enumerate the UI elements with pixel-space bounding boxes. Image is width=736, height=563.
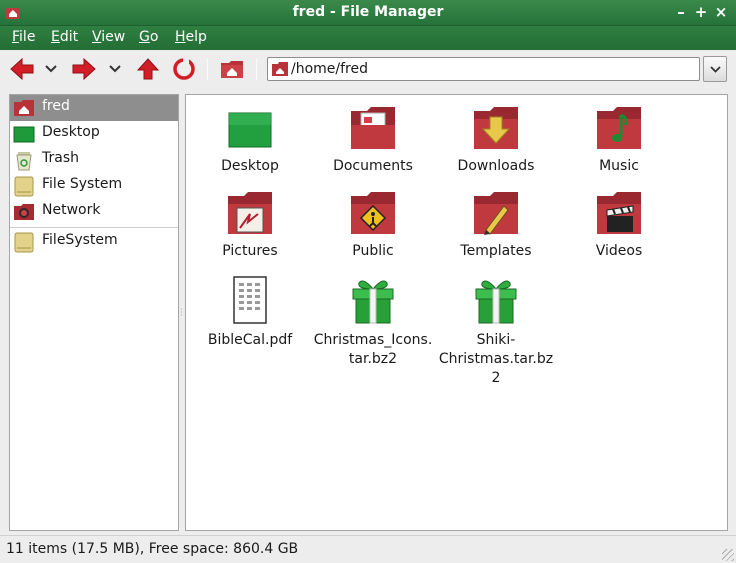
archive-gift-icon — [475, 280, 517, 324]
title-bar: fred - File Manager – + × — [0, 0, 736, 26]
file-item[interactable]: Shiki-Christmas.tar.bz2 — [436, 275, 556, 388]
videos-folder-icon — [597, 192, 641, 234]
close-button[interactable]: × — [712, 3, 730, 21]
location-entry[interactable]: /home/fred — [267, 57, 700, 81]
menu-help[interactable]: Help — [175, 29, 207, 45]
forward-history-dropdown[interactable] — [106, 56, 124, 82]
pane-resize-handle[interactable]: · · · — [180, 306, 183, 320]
up-arrow-icon — [136, 58, 160, 80]
home-folder-icon — [272, 62, 288, 76]
up-button[interactable] — [134, 56, 162, 82]
file-item[interactable]: Christmas_Icons.tar.bz2 — [313, 275, 433, 369]
menu-file[interactable]: File — [12, 29, 35, 45]
network-icon — [14, 204, 34, 220]
sidebar-item-filesystem-bookmark[interactable]: FileSystem — [10, 229, 178, 255]
minimize-button[interactable]: – — [672, 3, 690, 21]
reload-button[interactable] — [170, 56, 198, 82]
status-text: 11 items (17.5 MB), Free space: 860.4 GB — [6, 541, 299, 557]
desktop-folder-icon — [228, 112, 272, 148]
file-view: Desktop Documents Downloads Music Pictur… — [185, 94, 728, 531]
home-icon — [14, 100, 34, 116]
desktop-icon — [13, 126, 35, 143]
sidebar: fred Desktop Trash File System Network F… — [9, 94, 179, 531]
sidebar-item-desktop[interactable]: Desktop — [10, 121, 178, 147]
chevron-down-icon — [109, 65, 121, 73]
toolbar-separator — [256, 58, 257, 80]
menu-view[interactable]: View — [92, 29, 125, 45]
sidebar-item-fred[interactable]: fred — [10, 95, 178, 121]
sidebar-separator — [10, 227, 178, 228]
location-path: /home/fred — [291, 61, 368, 77]
menu-go[interactable]: Go — [139, 29, 158, 45]
file-item[interactable]: Pictures — [190, 192, 310, 261]
menu-edit[interactable]: Edit — [51, 29, 78, 45]
home-folder-icon — [221, 61, 243, 78]
file-item[interactable]: Music — [559, 107, 679, 176]
sidebar-item-network[interactable]: Network — [10, 199, 178, 225]
menu-bar: File Edit View Go Help — [0, 26, 736, 50]
file-item[interactable]: BibleCal.pdf — [190, 275, 310, 350]
status-bar: 11 items (17.5 MB), Free space: 860.4 GB — [0, 535, 736, 563]
back-button[interactable] — [8, 56, 36, 82]
documents-folder-icon — [351, 107, 395, 149]
toolbar-separator — [207, 58, 208, 80]
forward-button[interactable] — [70, 56, 98, 82]
chevron-down-icon — [710, 66, 721, 73]
reload-icon — [173, 58, 195, 80]
file-item[interactable]: Downloads — [436, 107, 556, 176]
back-arrow-icon — [10, 57, 34, 81]
downloads-folder-icon — [474, 107, 518, 149]
trash-icon — [16, 152, 32, 171]
file-item[interactable]: Public — [313, 192, 433, 261]
templates-folder-icon — [474, 192, 518, 235]
chevron-down-icon — [45, 65, 57, 73]
home-button[interactable] — [218, 56, 246, 82]
maximize-button[interactable]: + — [692, 3, 710, 21]
drive-icon — [14, 232, 34, 253]
archive-gift-icon — [352, 280, 394, 324]
file-item[interactable]: Desktop — [190, 107, 310, 176]
back-history-dropdown[interactable] — [42, 56, 60, 82]
sidebar-item-file-system[interactable]: File System — [10, 173, 178, 199]
file-item[interactable]: Videos — [559, 192, 679, 261]
window-title: fred - File Manager — [292, 4, 444, 20]
forward-arrow-icon — [72, 57, 96, 81]
sidebar-item-trash[interactable]: Trash — [10, 147, 178, 173]
location-dropdown-button[interactable] — [703, 56, 727, 82]
public-folder-icon — [351, 192, 395, 234]
drive-icon — [14, 176, 34, 197]
window-resize-grip[interactable] — [722, 549, 734, 561]
file-item[interactable]: Templates — [436, 192, 556, 261]
file-item[interactable]: Documents — [313, 107, 433, 176]
pdf-file-icon — [233, 276, 267, 324]
pictures-folder-icon — [228, 192, 272, 234]
music-folder-icon — [597, 107, 641, 149]
